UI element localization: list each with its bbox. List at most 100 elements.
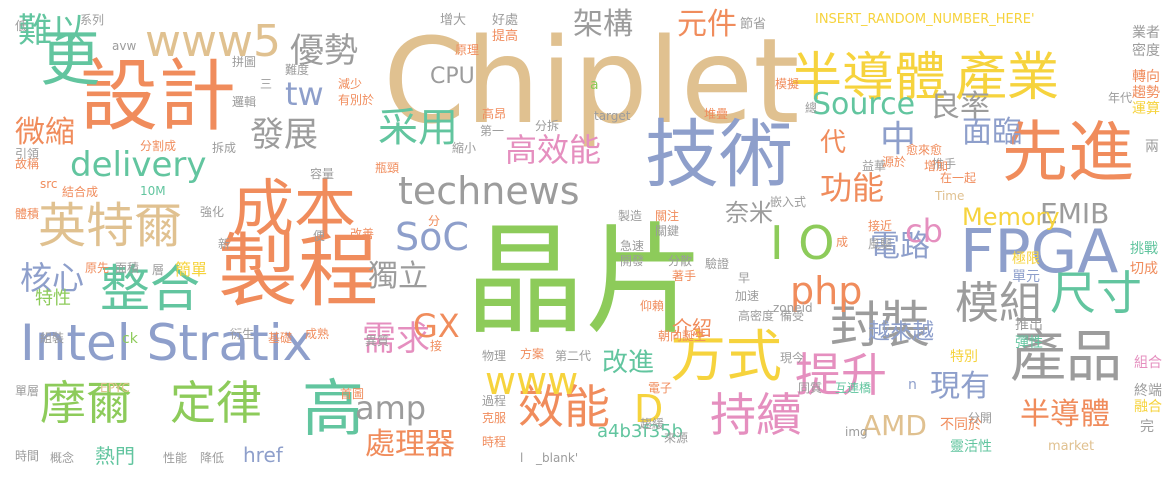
cloud-word: 熱門 [95, 444, 135, 468]
cloud-word: 時程 [482, 435, 507, 449]
cloud-word: technews [398, 169, 580, 213]
cloud-word: 時間 [15, 449, 40, 463]
cloud-word: 風驅 [868, 237, 893, 251]
cloud-word: 組裝 [40, 331, 65, 345]
cloud-word: 趨勢 [1132, 85, 1160, 101]
cloud-word: 降低 [200, 451, 225, 465]
cloud-word: 面積 [115, 261, 140, 275]
cloud-word: Time [935, 189, 965, 203]
cloud-word: ck [122, 331, 138, 347]
cloud-word: zoneid [773, 301, 813, 315]
cloud-word: 兩 [1145, 139, 1159, 155]
word-cloud: Chiplet 晶片 技術 製程 設計 成本 半導體 產業 先進 FPGA I O Intel Str… [0, 0, 1175, 482]
cloud-word: 容量 [310, 167, 335, 181]
cloud-word: 性能 [163, 451, 188, 465]
cloud-word: 發展 [250, 115, 318, 155]
cloud-word: 結合成 [62, 185, 99, 199]
cloud-word: 低 [15, 19, 28, 33]
cloud-word: 製造 [618, 209, 643, 223]
cloud-word: tw [285, 75, 324, 113]
cloud-word: 采用 [378, 105, 458, 151]
cloud-word: 密度 [1132, 43, 1160, 59]
cloud-word: 終端 [1134, 383, 1162, 399]
cloud-word: img [845, 425, 868, 439]
cloud-word: 改進 [602, 348, 655, 378]
cloud-word: src [40, 177, 58, 191]
cloud-word: 分割成 [140, 139, 177, 153]
cloud-word: 在一起 [940, 171, 977, 185]
cloud-word: 趨緩 [640, 417, 665, 431]
cloud-word: 加速 [735, 289, 760, 303]
cloud-word: 增加 [924, 159, 949, 173]
cloud-word: 首圖 [340, 387, 365, 401]
cloud-word: 尺寸 [1050, 266, 1142, 320]
cloud-word: 拆成 [212, 141, 237, 155]
cloud-word: 著手 [672, 269, 697, 283]
cloud-word: 邏輯 [232, 95, 257, 109]
cloud-word: 總 [805, 101, 818, 115]
cloud-word: 元件 [677, 7, 737, 42]
cloud-word: 物理 [482, 349, 507, 363]
cloud-word: 特性 [35, 288, 71, 309]
cloud-word: 現今 [780, 351, 805, 365]
cloud-word: 三 [260, 77, 273, 91]
cloud-word: 基礎 [268, 331, 293, 345]
cloud-word: 越來越 [868, 320, 935, 345]
cloud-word: 年代 [1108, 91, 1133, 105]
cloud-word: 減少 [338, 77, 363, 91]
cloud-word: 高密度 [738, 309, 775, 323]
cloud-word: target [594, 109, 631, 123]
cloud-word: 特別 [950, 349, 978, 365]
cloud-word: 極限 [1012, 251, 1040, 267]
cloud-word: 仰賴 [640, 299, 665, 313]
cloud-word: 便 [313, 229, 326, 243]
cloud-word: 改善 [350, 227, 375, 241]
cloud-word: I O [770, 216, 835, 270]
cloud-word: EPYC [100, 381, 130, 395]
cloud-word: 微縮 [15, 115, 75, 150]
cloud-word: 分拆 [535, 119, 560, 133]
cloud-word: 10M [140, 184, 166, 198]
cloud-word: 互連橋 [835, 381, 872, 395]
cloud-word: AMD [862, 409, 927, 442]
cloud-word: 處理器 [365, 427, 455, 462]
cloud-word: 克服 [482, 411, 507, 425]
cloud-word: 單層 [15, 384, 40, 398]
cloud-word: 早 [738, 271, 751, 285]
cloud-word: 架構 [573, 7, 633, 42]
cloud-word: 技術 [645, 112, 793, 198]
cloud-word: INSERT_RANDOM_NUMBER_HERE' [815, 12, 1035, 27]
cloud-word: 驗證 [705, 257, 730, 271]
cloud-word: 新 [218, 237, 231, 251]
cloud-word: 瓶頸 [375, 161, 400, 175]
cloud-word: a [590, 77, 599, 93]
cloud-word: 電子 [648, 381, 673, 395]
cloud-word: 嵌入式 [770, 195, 807, 209]
cloud-word: 愈來愈 [906, 143, 943, 157]
cloud-word: 強化 [200, 205, 225, 219]
cloud-word: 節省 [740, 17, 767, 32]
cloud-word: 融合 [1134, 399, 1162, 415]
cloud-word: 面臨 [962, 115, 1022, 150]
cloud-word: 系列 [80, 13, 105, 27]
cloud-word: 成 [836, 235, 849, 249]
cloud-word: 體積 [15, 207, 40, 221]
cloud-word: market [1048, 439, 1095, 454]
cloud-word: 簡單 [175, 260, 208, 279]
cloud-word: 組合 [1134, 355, 1162, 371]
cloud-word: GX [413, 307, 460, 345]
cloud-word: 分散 [668, 254, 693, 268]
cloud-word: 現有 [930, 369, 990, 404]
cloud-word: 推出 [1015, 317, 1043, 333]
cloud-word: 原先 [85, 261, 110, 275]
cloud-word: 高昂 [482, 107, 507, 121]
cloud-word: 持續 [710, 388, 802, 442]
cloud-word: href [243, 443, 283, 467]
cloud-word: 好處 [492, 13, 519, 28]
cloud-word: 接 [430, 339, 443, 353]
cloud-word: CPU [430, 64, 475, 89]
cloud-word: 第二代 [555, 349, 592, 363]
cloud-word: 成本 [232, 172, 357, 245]
cloud-word: 設計 [80, 52, 237, 142]
cloud-word: cb [905, 212, 943, 250]
